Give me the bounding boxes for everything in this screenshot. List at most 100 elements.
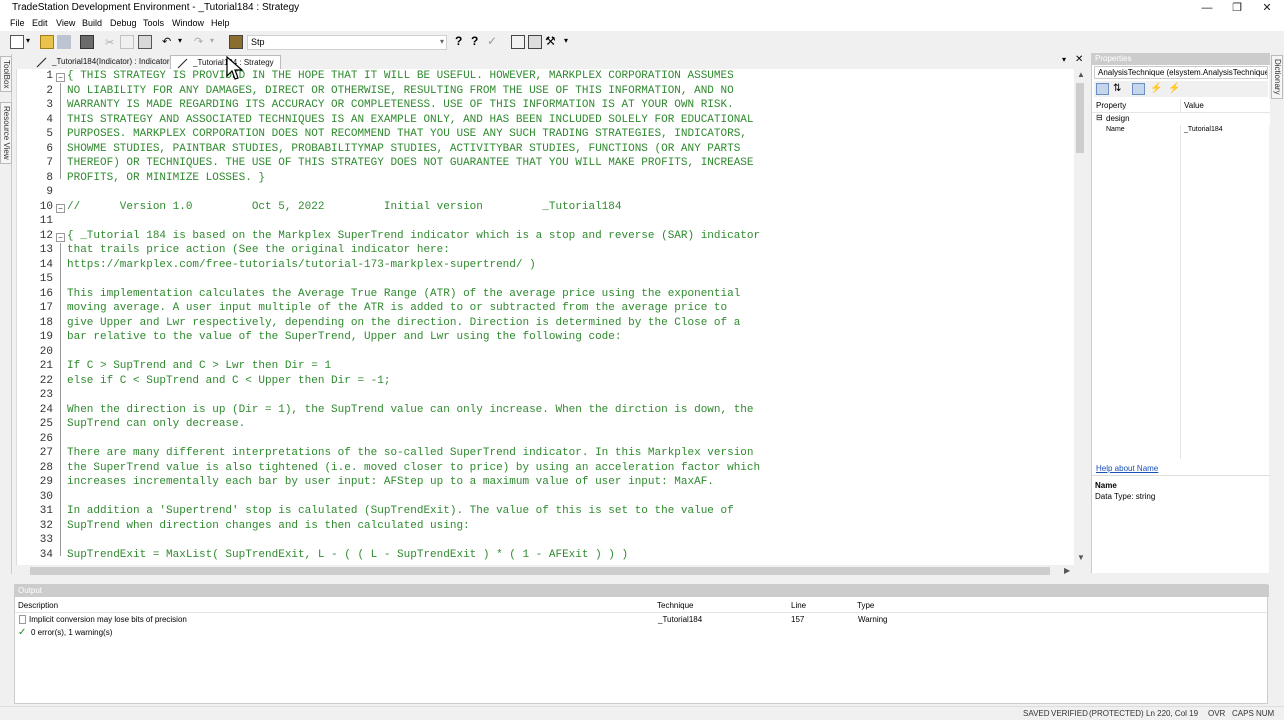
- categorized-icon[interactable]: [1096, 83, 1109, 95]
- find-combo[interactable]: Stp ▾: [247, 35, 447, 50]
- fold-toggle-icon[interactable]: −: [56, 203, 65, 213]
- menu-edit[interactable]: Edit: [32, 18, 48, 28]
- help-icon[interactable]: ?: [455, 34, 462, 48]
- menu-window[interactable]: Window: [172, 18, 204, 28]
- copy-icon[interactable]: [120, 35, 134, 49]
- resource-view-tab[interactable]: Resource View: [0, 102, 12, 164]
- fold-toggle-icon[interactable]: −: [56, 73, 65, 82]
- find-in-files-icon[interactable]: [229, 35, 243, 49]
- document-tabs: _Tutorial184(Indicator) : Indicator _Tut…: [14, 54, 1086, 69]
- scroll-thumb[interactable]: [30, 567, 1050, 575]
- menu-help[interactable]: Help: [211, 18, 230, 28]
- line-number: 23: [39, 389, 53, 401]
- pen-icon: [177, 58, 188, 69]
- code-line[interactable]: There are many different interpretations…: [67, 447, 754, 459]
- code-line[interactable]: { THIS STRATEGY IS PROVIDED IN THE HOPE …: [67, 70, 734, 82]
- paste-icon[interactable]: [138, 35, 152, 49]
- redo-dropdown-icon[interactable]: ▾: [210, 36, 214, 45]
- code-line[interactable]: https://markplex.com/free-tutorials/tuto…: [67, 259, 536, 271]
- line-number: 10: [39, 200, 53, 213]
- divider: [1092, 475, 1270, 476]
- code-line[interactable]: In addition a 'Supertrend' stop is calul…: [67, 505, 734, 517]
- code-line[interactable]: that trails price action (See the origin…: [67, 244, 450, 256]
- code-line[interactable]: bar relative to the value of the SuperTr…: [67, 331, 622, 343]
- undo-icon[interactable]: ↶: [162, 35, 171, 48]
- code-line[interactable]: increases incrementally each bar by user…: [67, 476, 714, 488]
- code-line[interactable]: PROFITS, OR MINIMIZE LOSSES. }: [67, 172, 265, 184]
- line-number: 3: [46, 99, 53, 111]
- open-folder-icon[interactable]: [40, 35, 54, 49]
- minimize-button[interactable]: —: [1192, 0, 1222, 16]
- context-help-icon[interactable]: ?: [471, 34, 478, 48]
- code-line[interactable]: SupTrendExit = MaxList( SupTrendExit, L …: [67, 549, 628, 561]
- output-row[interactable]: Implicit conversion may lose bits of pre…: [15, 615, 1265, 627]
- cut-icon[interactable]: ✂: [103, 35, 117, 49]
- column-type[interactable]: Type: [857, 601, 874, 610]
- code-line[interactable]: SupTrend when direction changes and is t…: [67, 520, 470, 532]
- window-icon[interactable]: [511, 35, 525, 49]
- code-line[interactable]: THIS STRATEGY AND ASSOCIATED TECHNIQUES …: [67, 114, 754, 126]
- column-property: Property: [1096, 101, 1127, 110]
- close-tab-icon[interactable]: ✕: [1075, 54, 1083, 65]
- undo-dropdown-icon[interactable]: ▾: [178, 36, 182, 45]
- code-line[interactable]: else if C < SupTrend and C < Upper then …: [67, 375, 390, 387]
- code-line[interactable]: PURPOSES. MARKPLEX CORPORATION DOES NOT …: [67, 128, 747, 140]
- code-line[interactable]: THEREOF) OR TECHNIQUES. THE USE OF THIS …: [67, 157, 754, 169]
- menu-tools[interactable]: Tools: [143, 18, 164, 28]
- object-selector[interactable]: AnalysisTechnique (elsystem.AnalysisTech…: [1094, 66, 1268, 79]
- column-description[interactable]: Description: [18, 601, 58, 610]
- menu-debug[interactable]: Debug: [110, 18, 137, 28]
- new-dropdown-icon[interactable]: ▾: [26, 36, 30, 45]
- scroll-down-icon[interactable]: ▼: [1077, 553, 1085, 562]
- print-icon[interactable]: [80, 35, 94, 49]
- code-line[interactable]: This implementation calculates the Avera…: [67, 288, 740, 300]
- code-line[interactable]: give Upper and Lwr respectively, dependi…: [67, 317, 740, 329]
- events-icon[interactable]: ⚡: [1150, 83, 1163, 95]
- code-line[interactable]: If C > SupTrend and C > Lwr then Dir = 1: [67, 360, 331, 372]
- fold-toggle-icon[interactable]: −: [56, 232, 65, 242]
- verify-icon[interactable]: ✓: [487, 34, 497, 48]
- grid-icon[interactable]: [528, 35, 542, 49]
- tab-indicator[interactable]: _Tutorial184(Indicator) : Indicator: [30, 55, 176, 69]
- left-dock-strip: ToolBox Resource View: [0, 54, 12, 574]
- properties-icon[interactable]: [1132, 83, 1145, 95]
- sort-alpha-icon[interactable]: ⇅: [1113, 83, 1126, 95]
- editor-horizontal-scrollbar[interactable]: ▶: [28, 565, 1074, 577]
- editor-vertical-scrollbar[interactable]: ▲ ▼: [1074, 69, 1086, 565]
- tab-list-icon[interactable]: ▾: [1062, 55, 1066, 64]
- column-technique[interactable]: Technique: [657, 601, 693, 610]
- code-line[interactable]: the SuperTrend value is also tightened (…: [67, 462, 760, 474]
- code-line[interactable]: { _Tutorial 184 is based on the Markplex…: [67, 230, 760, 242]
- code-line[interactable]: WARRANTY IS MADE REGARDING ITS ACCURACY …: [67, 99, 734, 111]
- property-value[interactable]: _Tutorial184: [1184, 126, 1223, 133]
- scroll-right-icon[interactable]: ▶: [1064, 566, 1070, 575]
- code-line[interactable]: // Version 1.0 Oct 5, 2022 Initial versi…: [67, 201, 622, 213]
- toolbar-overflow-icon[interactable]: ▾: [564, 36, 568, 45]
- code-editor[interactable]: 1 { THIS STRATEGY IS PROVIDED IN THE HOPE…: [16, 69, 1078, 565]
- redo-icon[interactable]: ↷: [194, 35, 203, 48]
- code-line[interactable]: moving average. A user input multiple of…: [67, 302, 727, 314]
- code-line[interactable]: SupTrend can only decrease.: [67, 418, 245, 430]
- svg-text:✂: ✂: [105, 37, 114, 49]
- new-file-icon[interactable]: [10, 35, 24, 49]
- scroll-up-icon[interactable]: ▲: [1077, 70, 1085, 79]
- dictionary-tab[interactable]: Dictionary: [1271, 55, 1283, 99]
- property-row-name[interactable]: Name _Tutorial184: [1092, 125, 1270, 137]
- save-icon[interactable]: [57, 35, 71, 49]
- column-line[interactable]: Line: [791, 601, 806, 610]
- code-line[interactable]: When the direction is up (Dir = 1), the …: [67, 404, 754, 416]
- menu-build[interactable]: Build: [82, 18, 102, 28]
- close-button[interactable]: ✕: [1252, 0, 1282, 16]
- menu-file[interactable]: File: [10, 18, 25, 28]
- help-link[interactable]: Help about Name: [1096, 464, 1158, 473]
- toolbox-tab[interactable]: ToolBox: [0, 56, 12, 93]
- scroll-thumb[interactable]: [1076, 83, 1084, 153]
- methods-icon[interactable]: ⚡: [1168, 83, 1181, 95]
- maximize-button[interactable]: ❐: [1222, 0, 1252, 16]
- category-design[interactable]: ⊟ design: [1092, 113, 1270, 125]
- tools-icon[interactable]: ⚒: [545, 34, 556, 48]
- code-line[interactable]: NO LIABILITY FOR ANY DAMAGES, DIRECT OR …: [67, 85, 734, 97]
- menu-view[interactable]: View: [56, 18, 75, 28]
- collapse-icon[interactable]: ⊟: [1096, 113, 1103, 122]
- code-line[interactable]: SHOWME STUDIES, PAINTBAR STUDIES, PROBAB…: [67, 143, 740, 155]
